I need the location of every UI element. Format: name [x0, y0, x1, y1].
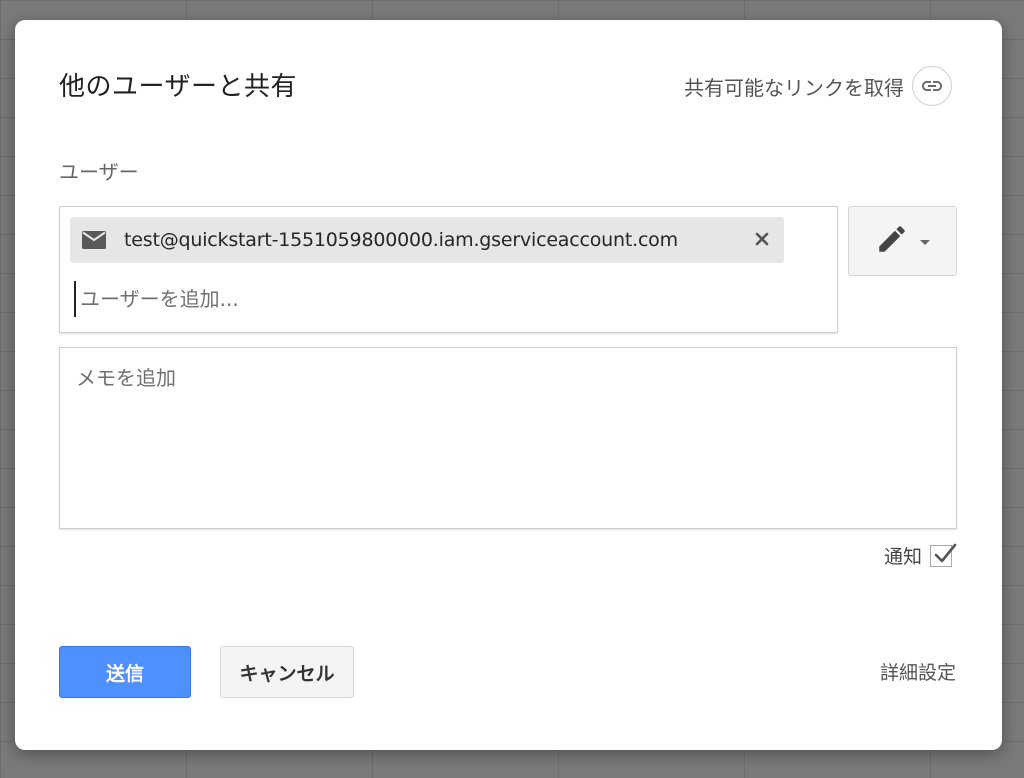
- cancel-button[interactable]: キャンセル: [220, 646, 354, 698]
- pencil-icon: [875, 222, 909, 260]
- add-user-input[interactable]: [74, 281, 780, 317]
- checkmark-icon: [934, 543, 957, 562]
- permission-dropdown-button[interactable]: [848, 206, 957, 276]
- chevron-down-icon: [919, 232, 931, 251]
- close-icon[interactable]: [752, 229, 772, 249]
- users-input-box[interactable]: test@quickstart-1551059800000.iam.gservi…: [59, 206, 838, 333]
- users-label: ユーザー: [59, 160, 139, 184]
- memo-textarea[interactable]: [59, 347, 957, 529]
- notify-checkbox[interactable]: [930, 543, 957, 567]
- send-button[interactable]: 送信: [59, 646, 191, 698]
- notify-option[interactable]: 通知: [883, 542, 957, 569]
- get-shareable-link-button[interactable]: 共有可能なリンクを取得: [684, 66, 952, 106]
- user-chip-email: test@quickstart-1551059800000.iam.gservi…: [124, 229, 678, 251]
- dialog-title: 他のユーザーと共有: [59, 72, 297, 102]
- user-chip: test@quickstart-1551059800000.iam.gservi…: [70, 217, 784, 263]
- link-icon[interactable]: [912, 66, 952, 106]
- share-dialog: 他のユーザーと共有 共有可能なリンクを取得 ユーザー test@quicksta…: [15, 20, 1002, 750]
- mail-icon: [82, 228, 106, 252]
- notify-label: 通知: [883, 546, 922, 568]
- get-shareable-link-label: 共有可能なリンクを取得: [684, 75, 904, 100]
- advanced-settings-link[interactable]: 詳細設定: [880, 658, 956, 685]
